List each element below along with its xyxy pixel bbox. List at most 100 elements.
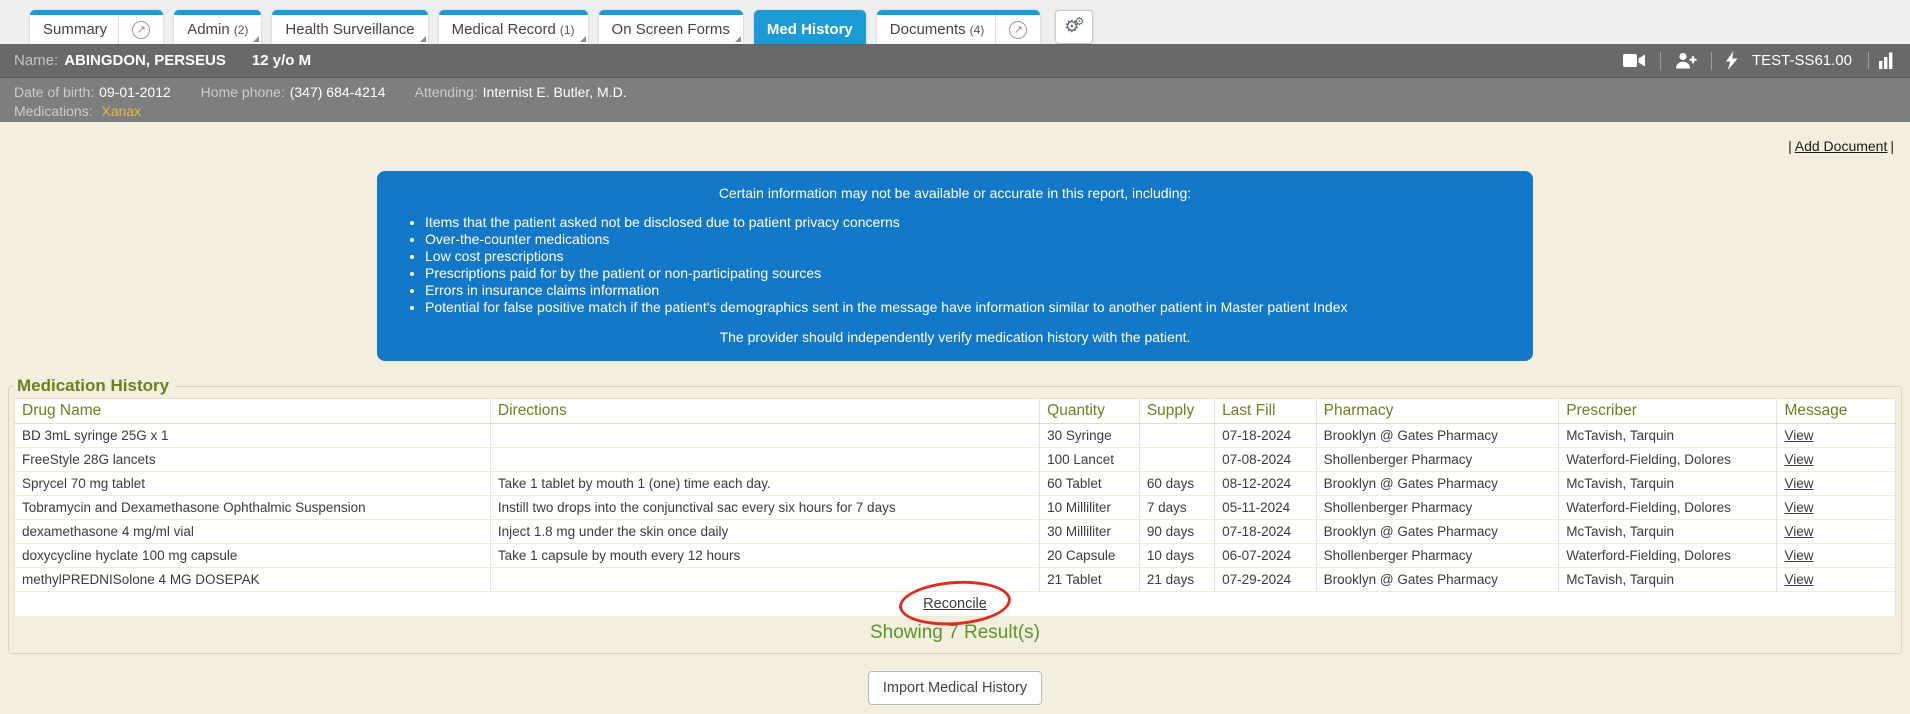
tab-summary[interactable]: Summary ↗ xyxy=(30,10,163,44)
col-message: Message xyxy=(1777,399,1896,424)
patient-subheader: Date of birth:09-01-2012 Home phone:(347… xyxy=(0,78,1910,122)
message-cell: View xyxy=(1777,496,1896,520)
quantity-cell: 30 Syringe xyxy=(1040,424,1140,448)
tab-count: (4) xyxy=(970,23,985,37)
tab-bar: Summary ↗ Admin (2) Health Surveillance … xyxy=(0,0,1910,44)
notice-footer: The provider should independently verify… xyxy=(399,329,1511,345)
quantity-cell: 21 Tablet xyxy=(1040,568,1140,592)
col-prescriber: Prescriber xyxy=(1559,399,1777,424)
section-title: Medication History xyxy=(14,376,175,396)
drug-name-cell: FreeStyle 28G lancets xyxy=(15,448,491,472)
col-pharmacy: Pharmacy xyxy=(1316,399,1559,424)
tab-med-history[interactable]: Med History xyxy=(754,10,866,44)
attending-value: Internist E. Butler, M.D. xyxy=(483,84,627,100)
account-code: TEST-SS61.00 xyxy=(1752,52,1852,69)
patient-age-sex: 12 y/o M xyxy=(252,52,311,69)
supply-cell: 60 days xyxy=(1139,472,1214,496)
view-link[interactable]: View xyxy=(1784,500,1813,515)
dropdown-corner-icon xyxy=(253,36,259,42)
prescriber-cell: Waterford-Fielding, Dolores xyxy=(1559,496,1777,520)
message-cell: View xyxy=(1777,520,1896,544)
view-link[interactable]: View xyxy=(1784,476,1813,491)
pharmacy-cell: Brooklyn @ Gates Pharmacy xyxy=(1316,472,1559,496)
message-cell: View xyxy=(1777,448,1896,472)
notice-bullet: Potential for false positive match if th… xyxy=(425,299,1511,316)
table-row: FreeStyle 28G lancets 100 Lancet 07-08-2… xyxy=(15,448,1896,472)
view-link[interactable]: View xyxy=(1784,452,1813,467)
notice-bullet: Items that the patient asked not be disc… xyxy=(425,214,1511,231)
prescriber-cell: McTavish, Tarquin xyxy=(1559,520,1777,544)
prescriber-cell: McTavish, Tarquin xyxy=(1559,568,1777,592)
reconcile-link[interactable]: Reconcile xyxy=(923,596,987,612)
supply-cell xyxy=(1139,448,1214,472)
quantity-cell: 10 Milliliter xyxy=(1040,496,1140,520)
medication-history-section: Medication History Drug Name Directions … xyxy=(8,376,1902,654)
popout-icon[interactable]: ↗ xyxy=(132,21,150,39)
tab-admin[interactable]: Admin (2) xyxy=(174,10,261,44)
quantity-cell: 100 Lancet xyxy=(1040,448,1140,472)
view-link[interactable]: View xyxy=(1784,572,1813,587)
footer-actions: Import Medical History xyxy=(0,671,1910,705)
medication-history-table: Drug Name Directions Quantity Supply Las… xyxy=(14,398,1896,617)
directions-cell xyxy=(490,448,1039,472)
view-link[interactable]: View xyxy=(1784,524,1813,539)
add-patient-icon[interactable] xyxy=(1675,52,1697,69)
popout-icon[interactable]: ↗ xyxy=(1009,21,1027,39)
notice-bullet-list: Items that the patient asked not be disc… xyxy=(425,214,1511,316)
dob-value: 09-01-2012 xyxy=(99,84,171,100)
tab-label: Documents xyxy=(890,21,966,38)
last-fill-cell: 07-29-2024 xyxy=(1215,568,1317,592)
divider xyxy=(1711,52,1712,70)
popout-wrap: ↗ xyxy=(995,15,1027,44)
table-header-row: Drug Name Directions Quantity Supply Las… xyxy=(15,399,1896,424)
notice-bullet: Low cost prescriptions xyxy=(425,248,1511,265)
message-cell: View xyxy=(1777,472,1896,496)
divider xyxy=(1660,52,1661,70)
pharmacy-cell: Brooklyn @ Gates Pharmacy xyxy=(1316,424,1559,448)
tab-count: (1) xyxy=(560,23,575,37)
patient-name: ABINGDON, PERSEUS xyxy=(64,52,226,69)
view-link[interactable]: View xyxy=(1784,548,1813,563)
col-supply: Supply xyxy=(1139,399,1214,424)
directions-cell: Take 1 tablet by mouth 1 (one) time each… xyxy=(490,472,1039,496)
dob-label: Date of birth: xyxy=(14,84,94,100)
tab-label: Admin xyxy=(187,21,230,38)
tab-label: Summary xyxy=(43,21,107,38)
import-medical-history-button[interactable]: Import Medical History xyxy=(868,671,1042,705)
drug-name-cell: dexamethasone 4 mg/ml vial xyxy=(15,520,491,544)
video-camera-icon[interactable] xyxy=(1623,53,1646,68)
tab-health-surveillance[interactable]: Health Surveillance xyxy=(272,10,427,44)
prescriber-cell: McTavish, Tarquin xyxy=(1559,424,1777,448)
drug-name-cell: Tobramycin and Dexamethasone Ophthalmic … xyxy=(15,496,491,520)
settings-button[interactable]: ⚙ ⚙ xyxy=(1055,10,1093,44)
directions-cell xyxy=(490,424,1039,448)
last-fill-cell: 06-07-2024 xyxy=(1215,544,1317,568)
report-notice-box: Certain information may not be available… xyxy=(377,171,1533,361)
quantity-cell: 20 Capsule xyxy=(1040,544,1140,568)
medications-value[interactable]: Xanax xyxy=(101,103,141,119)
supply-cell: 90 days xyxy=(1139,520,1214,544)
directions-cell: Inject 1.8 mg under the skin once daily xyxy=(490,520,1039,544)
tab-documents[interactable]: Documents (4) ↗ xyxy=(877,10,1041,44)
reconcile-cell: Reconcile xyxy=(15,592,1896,617)
message-cell: View xyxy=(1777,544,1896,568)
pipe: | xyxy=(1788,138,1792,154)
pharmacy-cell: Brooklyn @ Gates Pharmacy xyxy=(1316,520,1559,544)
tab-on-screen-forms[interactable]: On Screen Forms xyxy=(599,10,743,44)
view-link[interactable]: View xyxy=(1784,428,1813,443)
add-document-link[interactable]: Add Document xyxy=(1795,138,1888,154)
notice-bullet: Over-the-counter medications xyxy=(425,231,1511,248)
directions-cell: Instill two drops into the conjunctival … xyxy=(490,496,1039,520)
phone-value: (347) 684-4214 xyxy=(290,84,386,100)
supply-cell: 7 days xyxy=(1139,496,1214,520)
message-cell: View xyxy=(1777,568,1896,592)
prescriber-cell: Waterford-Fielding, Dolores xyxy=(1559,448,1777,472)
name-label: Name: xyxy=(14,52,58,69)
last-fill-cell: 08-12-2024 xyxy=(1215,472,1317,496)
notice-title: Certain information may not be available… xyxy=(399,185,1511,201)
supply-cell: 10 days xyxy=(1139,544,1214,568)
directions-cell xyxy=(490,568,1039,592)
bar-chart-icon[interactable] xyxy=(1868,52,1896,69)
tab-medical-record[interactable]: Medical Record (1) xyxy=(439,10,588,44)
result-count: Showing 7 Result(s) xyxy=(14,617,1896,647)
